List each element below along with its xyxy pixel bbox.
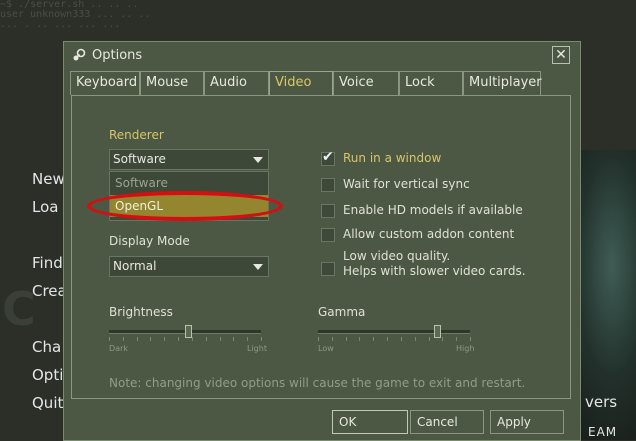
restart-note: Note: changing video options will cause … [109,376,526,390]
addon-content-label: Allow custom addon content [343,227,515,241]
slider-tick [470,337,471,341]
chevron-down-icon [253,264,263,270]
apply-button[interactable]: Apply [490,410,564,434]
gamma-max-label: High [456,344,475,353]
vsync-checkbox[interactable] [321,178,335,192]
renderer-label: Renderer [109,128,164,142]
slider-tick [150,337,152,341]
menu-item-create[interactable]: Crea [32,282,67,300]
slider-tick [331,337,333,341]
tab-video[interactable]: Video [269,71,333,98]
menu-item-change[interactable]: Cha [32,338,61,356]
display-mode-value: Normal [113,259,157,273]
renderer-value: Software [113,152,166,166]
slider-tick [414,337,416,341]
slider-tick [109,337,110,341]
dialog-title: Options [92,48,143,63]
background-text-versus: vers [585,393,618,411]
gamma-label: Gamma [318,305,366,319]
background-text-team: EAM [588,425,618,439]
steam-icon [73,48,86,61]
renderer-select[interactable]: Software [109,149,269,170]
slider-tick [122,337,124,341]
gamma-slider-thumb[interactable] [433,325,441,338]
slider-tick [359,337,361,341]
brightness-min-label: Dark [109,344,128,353]
tab-multiplayer[interactable]: Multiplayer [463,71,542,95]
menu-item-load[interactable]: Loa [32,198,58,216]
slider-tick [247,337,249,341]
annotation-red-ellipse [87,191,283,221]
slider-tick [233,337,235,341]
options-dialog: Options ✕ Keyboard Mouse Audio Video Voi… [63,41,581,441]
slider-tick [442,337,444,341]
slider-tick [219,337,221,341]
low-video-quality-label: Low video quality. Helps with slower vid… [343,249,526,279]
hd-models-label: Enable HD models if available [343,203,523,217]
low-video-quality-checkbox[interactable] [321,262,335,276]
tab-lock[interactable]: Lock [399,71,463,95]
run-in-window-label: Run in a window [343,151,442,165]
close-icon: ✕ [555,47,567,63]
slider-tick [373,337,375,341]
dialog-titlebar[interactable]: Options ✕ [64,42,580,68]
brightness-max-label: Light [247,344,267,353]
menu-item-new[interactable]: New [32,170,65,188]
chevron-down-icon [253,157,263,163]
slider-tick [428,337,430,341]
close-button[interactable]: ✕ [552,46,570,64]
slider-tick [191,337,193,341]
tab-keyboard[interactable]: Keyboard [70,71,140,95]
low-video-quality-line2: Helps with slower video cards. [343,264,526,278]
ok-button[interactable]: OK [332,410,408,434]
slider-tick [345,337,347,341]
slider-tick [400,337,402,341]
slider-tick [136,337,138,341]
menu-item-quit[interactable]: Quit [32,394,63,412]
console-line: ... . .. ... ... ... [0,19,121,30]
brightness-label: Brightness [109,305,173,319]
vsync-label: Wait for vertical sync [343,177,470,191]
gamma-slider-track[interactable] [318,330,470,334]
display-mode-label: Display Mode [109,234,190,248]
tab-voice[interactable]: Voice [333,71,399,95]
slider-tick [318,337,319,341]
slider-tick [261,337,262,341]
checkmark-icon: ✔ [322,149,334,165]
display-mode-select[interactable]: Normal [109,256,269,277]
slider-tick [205,337,207,341]
slider-tick [387,337,389,341]
tab-mouse[interactable]: Mouse [140,71,204,95]
gamma-min-label: Low [318,344,334,353]
slider-tick [164,337,166,341]
cancel-button[interactable]: Cancel [410,410,484,434]
addon-content-checkbox[interactable] [321,228,335,242]
low-video-quality-line1: Low video quality. [343,249,451,263]
slider-tick [456,337,458,341]
run-in-window-checkbox[interactable]: ✔ [321,149,335,166]
menu-item-options[interactable]: Opti [32,366,63,384]
hd-models-checkbox[interactable] [321,204,335,218]
tab-audio[interactable]: Audio [204,71,269,95]
menu-item-find[interactable]: Find [32,254,63,272]
slider-tick [178,337,180,341]
background-console-text: ~$ ./server.sh .. .. .. user unknown333 … [0,0,636,40]
